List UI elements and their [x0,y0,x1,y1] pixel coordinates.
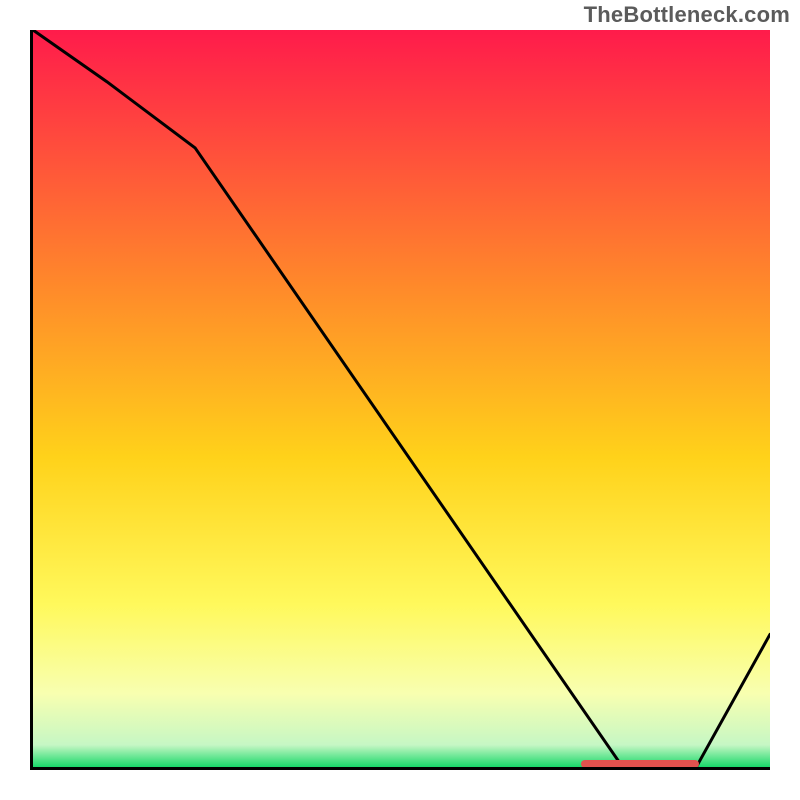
plot-area [30,30,770,770]
chart-container: TheBottleneck.com [0,0,800,800]
optimum-range-marker [581,760,699,768]
attribution-text: TheBottleneck.com [584,2,790,28]
chart-svg [33,30,770,767]
gradient-background [33,30,770,767]
